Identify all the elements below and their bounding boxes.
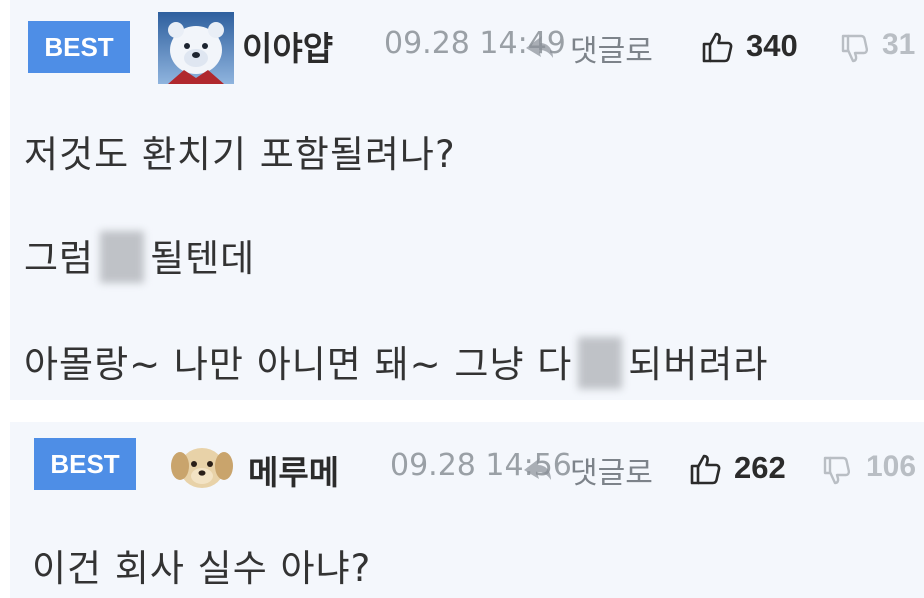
- avatar[interactable]: [168, 436, 236, 496]
- puppy-avatar-icon: [168, 436, 236, 496]
- comment-text-line: 이건 회사 실수 아냐?: [32, 547, 372, 590]
- comment-card: BEST 이야얍 09.28 14:49 댓글로 340 31 저것도 환치기 …: [10, 0, 924, 400]
- comment-card: BEST 메루메 09.28 14:56 댓글로 262 106 이건 회사 실…: [10, 422, 924, 598]
- comment-text-fragment: 될텐데: [150, 237, 256, 280]
- dislike-count: 106: [866, 450, 917, 483]
- comment-text-fragment: 그럼: [24, 237, 95, 280]
- comment-header: BEST 메루메 09.28 14:56 댓글로 262 106: [10, 422, 924, 512]
- thumbs-up-icon[interactable]: [688, 452, 722, 486]
- censored-blur: [578, 337, 623, 389]
- best-comments-page: BEST 이야얍 09.28 14:49 댓글로 340 31 저것도 환치기 …: [0, 0, 924, 598]
- comment-text-line: 아몰랑~ 나만 아니면 돼~ 그냥 다 되버려라: [24, 334, 768, 389]
- comment-text-line: 그럼 될텐데: [24, 228, 255, 283]
- nickname[interactable]: 이야얍: [242, 22, 333, 70]
- like-count: 262: [734, 450, 786, 485]
- avatar[interactable]: [158, 12, 234, 84]
- comment-text-fragment: 되버려라: [628, 343, 769, 386]
- thumbs-up-icon[interactable]: [700, 30, 734, 64]
- comment-header: BEST 이야얍 09.28 14:49 댓글로 340 31: [10, 0, 924, 90]
- comment-text-fragment: 아몰랑~ 나만 아니면 돼~ 그냥 다: [24, 343, 573, 386]
- dislike-count: 31: [882, 28, 916, 61]
- reply-arrow-icon[interactable]: [520, 452, 554, 486]
- like-count: 340: [746, 28, 798, 63]
- reply-button[interactable]: 댓글로: [570, 26, 653, 70]
- best-badge: BEST: [28, 21, 130, 73]
- comment-text-line: 저것도 환치기 포함될려나?: [24, 133, 456, 176]
- polar-bear-avatar-icon: [158, 12, 234, 84]
- best-badge: BEST: [34, 438, 136, 490]
- thumbs-down-icon[interactable]: [840, 32, 870, 66]
- thumbs-down-icon[interactable]: [822, 454, 852, 488]
- censored-blur: [100, 231, 145, 283]
- reply-button[interactable]: 댓글로: [570, 448, 653, 492]
- nickname[interactable]: 메루메: [248, 446, 339, 494]
- reply-arrow-icon[interactable]: [522, 30, 556, 64]
